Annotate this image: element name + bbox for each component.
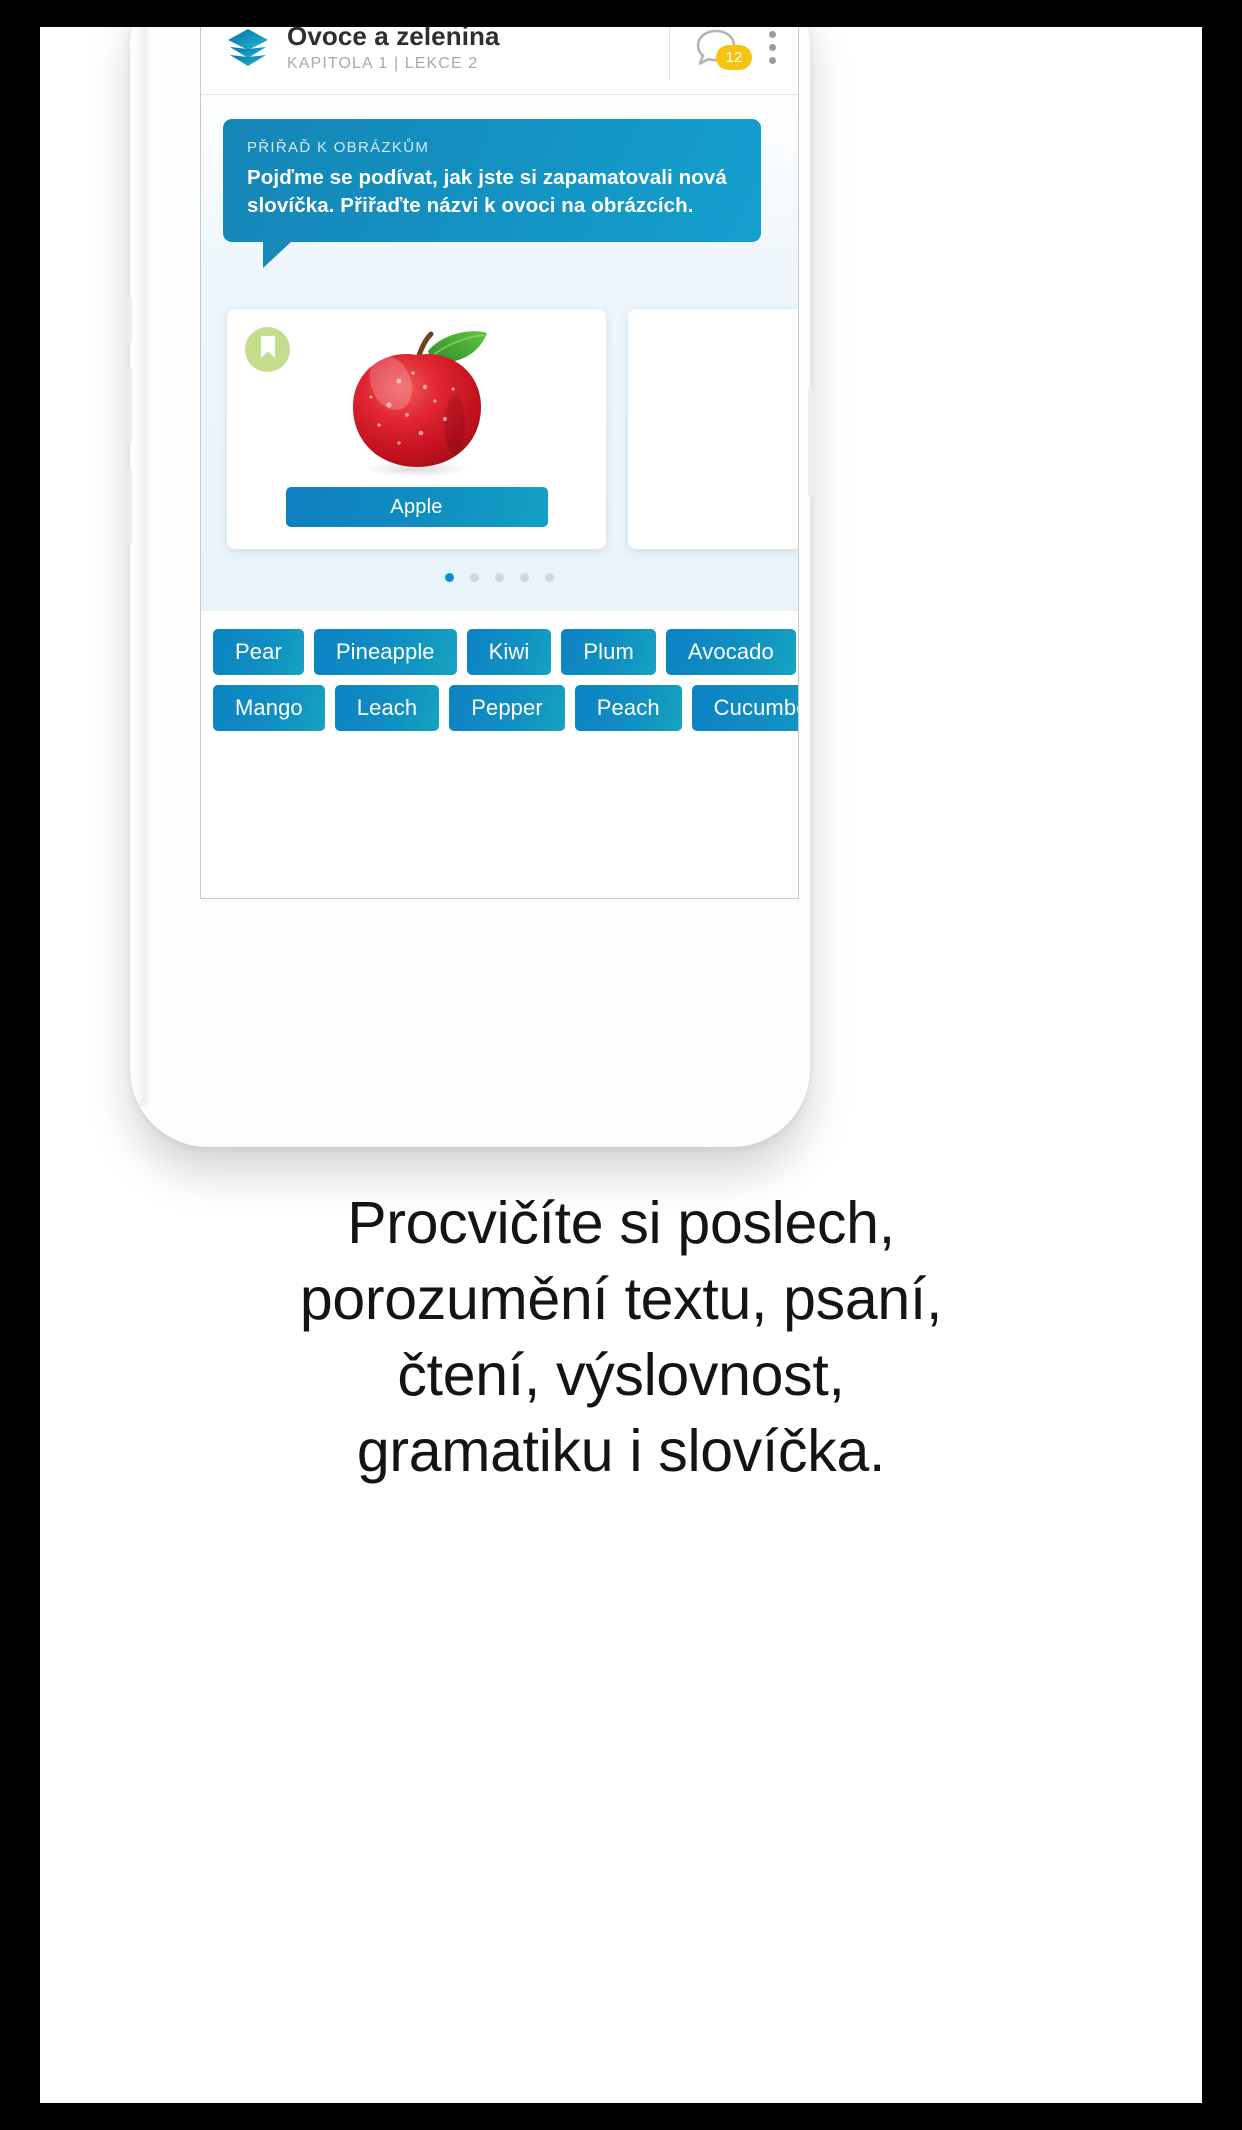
pagination-dot-3[interactable]: [495, 573, 504, 582]
phone-bezel-highlight: [136, 27, 152, 1107]
phone-device: Ovoce a zelenina KAPITOLA 1 | LEKCE 2 12: [127, 27, 813, 1147]
layers-stack-icon: [225, 27, 271, 71]
word-chip[interactable]: Peach: [574, 685, 682, 731]
header-actions: 12: [669, 27, 784, 80]
phone-button-power: [808, 387, 813, 497]
bubble-tail: [263, 242, 291, 268]
phone-button-mute: [127, 297, 132, 343]
poster-caption: Procvičíte si poslech, porozumění textu,…: [40, 1185, 1202, 1489]
pagination-dot-1[interactable]: [445, 573, 454, 582]
red-apple-photo: [327, 327, 507, 479]
flashcard-next[interactable]: [628, 309, 798, 549]
answer-slot-button[interactable]: Apple: [285, 487, 548, 527]
kebab-menu-icon[interactable]: [760, 27, 784, 68]
phone-button-volume-up: [127, 367, 132, 445]
app-header: Ovoce a zelenina KAPITOLA 1 | LEKCE 2 12: [201, 27, 798, 95]
word-bank-row-1: Pear Pineapple Kiwi Plum Avocado: [213, 629, 798, 675]
bookmark-button[interactable]: [245, 327, 290, 372]
word-bank-row-2: Mango Leach Pepper Peach Cucumber: [213, 685, 798, 731]
instruction-bubble: PŘIŘAĎ K OBRÁZKŮM Pojďme se podívat, jak…: [223, 119, 761, 268]
caption-line-3: čtení, výslovnost,: [397, 1342, 845, 1408]
pagination-dot-5[interactable]: [545, 573, 554, 582]
word-bank: Pear Pineapple Kiwi Plum Avocado Mango L…: [201, 611, 798, 898]
flashcard-apple[interactable]: Apple: [227, 309, 606, 549]
exercise-body: PŘIŘAĎ K OBRÁZKŮM Pojďme se podívat, jak…: [201, 95, 798, 898]
word-chip[interactable]: Kiwi: [466, 629, 552, 675]
word-chip[interactable]: Cucumber: [691, 685, 798, 731]
instruction-text: Pojďme se podívat, jak jste si zapamatov…: [247, 166, 727, 217]
word-chip[interactable]: Pear: [213, 629, 304, 675]
flashcard-carousel[interactable]: Apple: [201, 309, 798, 559]
word-chip[interactable]: Leach: [334, 685, 440, 731]
bookmark-icon: [258, 335, 278, 364]
phone-screen: Ovoce a zelenina KAPITOLA 1 | LEKCE 2 12: [200, 27, 799, 899]
lesson-breadcrumb: KAPITOLA 1 | LEKCE 2: [287, 54, 479, 72]
pagination-dot-4[interactable]: [520, 573, 529, 582]
word-chip[interactable]: Pineapple: [313, 629, 457, 675]
chat-button[interactable]: 12: [692, 27, 752, 70]
caption-line-4: gramatiku i slovíčka.: [356, 1418, 886, 1484]
word-chip[interactable]: Avocado: [665, 629, 796, 675]
carousel-pagination[interactable]: [201, 573, 798, 582]
chat-unread-badge: 12: [716, 44, 752, 70]
caption-line-1: Procvičíte si poslech,: [347, 1190, 895, 1256]
word-chip[interactable]: Mango: [213, 685, 325, 731]
pagination-dot-2[interactable]: [470, 573, 479, 582]
phone-button-volume-down: [127, 467, 132, 545]
header-text-group: Ovoce a zelenina KAPITOLA 1 | LEKCE 2: [287, 27, 669, 75]
word-chip[interactable]: Pepper: [449, 685, 565, 731]
word-chip[interactable]: Plum: [561, 629, 656, 675]
lesson-title: Ovoce a zelenina: [287, 27, 500, 51]
instruction-kicker: PŘIŘAĎ K OBRÁZKŮM: [247, 139, 430, 156]
caption-line-2: porozumění textu, psaní,: [299, 1266, 943, 1332]
poster-page: Ovoce a zelenina KAPITOLA 1 | LEKCE 2 12: [40, 27, 1202, 2103]
